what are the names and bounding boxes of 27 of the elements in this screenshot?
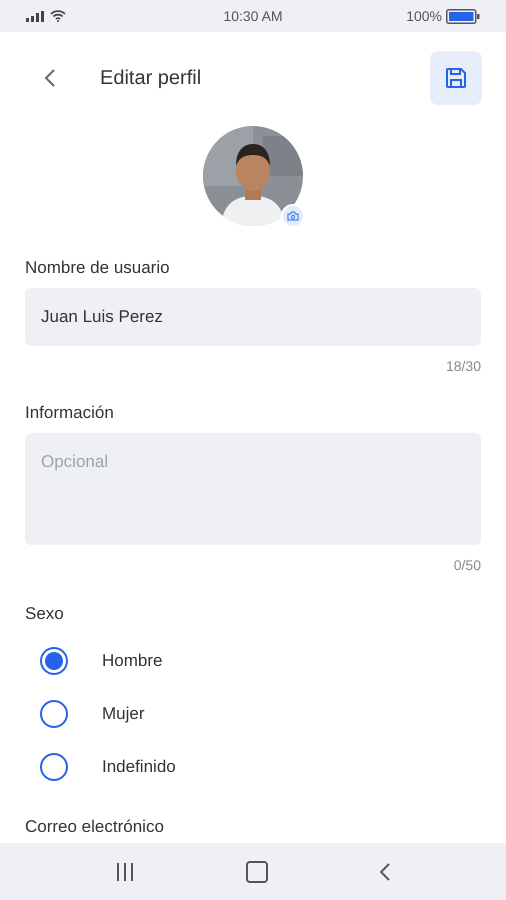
radio-label: Mujer <box>102 702 145 725</box>
save-icon <box>445 67 467 89</box>
battery-percent: 100% <box>406 6 442 26</box>
status-time: 10:30 AM <box>223 6 283 26</box>
field-label: Correo electrónico <box>25 817 165 837</box>
radio-button[interactable] <box>40 752 68 780</box>
char-counter: 0/50 <box>454 556 481 575</box>
radio-button[interactable] <box>40 700 68 728</box>
wifi-icon <box>50 10 66 22</box>
radio-button[interactable] <box>40 646 68 674</box>
radio-label: Indefinido <box>102 756 176 778</box>
back-icon[interactable] <box>378 862 391 882</box>
field-label: Sexo <box>25 604 65 624</box>
char-counter: 18/30 <box>446 357 481 376</box>
home-icon[interactable] <box>246 860 268 882</box>
signal-icon <box>26 10 46 22</box>
save-button[interactable] <box>430 51 482 105</box>
input-field[interactable]: Juan Luis Perez <box>25 288 481 346</box>
field-label: Información <box>25 403 115 423</box>
page-title: Editar perfil <box>100 66 202 91</box>
battery-icon <box>446 8 480 24</box>
radio-label: Hombre <box>102 650 162 672</box>
back-icon <box>44 68 56 88</box>
camera-icon <box>287 211 299 221</box>
text-area[interactable]: Opcional <box>25 433 481 545</box>
recent-apps-icon[interactable] <box>115 862 136 882</box>
field-label: Nombre de usuario <box>25 258 171 278</box>
